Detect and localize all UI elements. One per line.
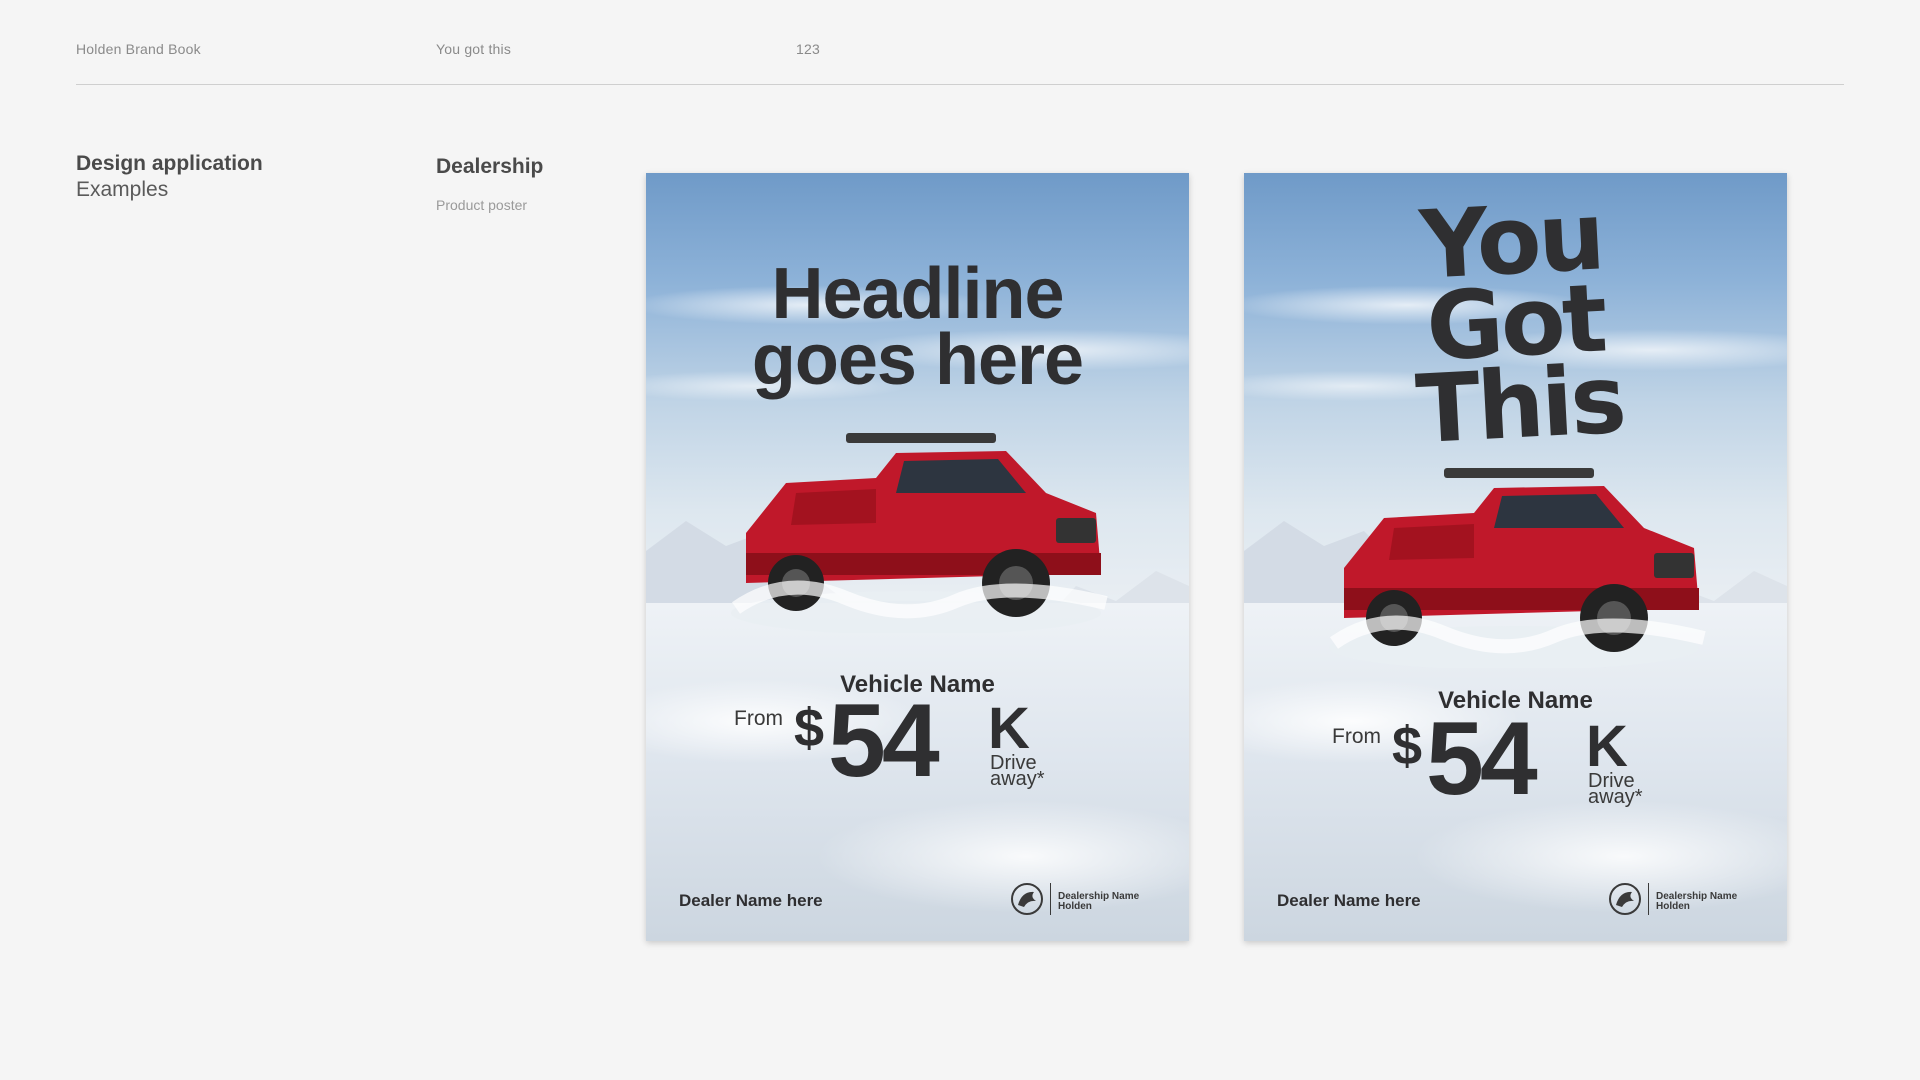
from-label: From	[734, 707, 783, 730]
price-block: From $ 54 K Drive away*	[734, 689, 1074, 803]
price-number: 54	[1426, 701, 1538, 817]
logo-holden: Holden	[1656, 901, 1690, 912]
logo-text: Dealership Name Holden	[1656, 892, 1737, 912]
poster-headline-example: Headline goes here Vehicle Name From $ 5…	[646, 173, 1189, 941]
logo-divider	[1648, 883, 1649, 915]
currency-symbol: $	[794, 698, 825, 758]
subsection-title: Dealership	[436, 155, 544, 178]
truck-image	[731, 433, 1108, 633]
dealer-name: Dealer Name here	[1277, 891, 1421, 910]
headline-line-2: goes here	[751, 320, 1084, 400]
dealer-name: Dealer Name here	[679, 891, 823, 910]
headline-line-1: Headline	[771, 254, 1064, 334]
from-label: From	[1332, 725, 1381, 748]
truck-image	[1329, 468, 1706, 668]
poster-headline: Headline goes here	[646, 254, 1189, 400]
you-got-this-lettering: You Got This	[1244, 182, 1787, 465]
section-header-label: You got this	[436, 41, 512, 57]
drive-away-label: Drive away*	[990, 753, 1045, 790]
page-number: 123	[796, 41, 820, 57]
section-title: Design application	[76, 152, 263, 175]
logo-divider	[1050, 883, 1051, 915]
price-number: 54	[828, 683, 940, 799]
holden-lion-icon	[1609, 883, 1641, 915]
section-subtitle: Examples	[76, 178, 169, 201]
currency-symbol: $	[1392, 716, 1423, 776]
holden-lion-icon	[1011, 883, 1043, 915]
subsection-subtitle: Product poster	[436, 197, 528, 213]
price-block: From $ 54 K Drive away*	[1332, 707, 1672, 821]
poster-you-got-this-example: You Got This Vehicle Name From $ 54 K Dr…	[1244, 173, 1787, 941]
logo-text: Dealership Name Holden	[1058, 892, 1139, 912]
holden-dealer-logo: Dealership Name Holden	[1608, 883, 1758, 915]
away-label: away*	[1588, 786, 1643, 808]
holden-dealer-logo: Dealership Name Holden	[1010, 883, 1160, 915]
away-label: away*	[990, 768, 1045, 790]
drive-away-label: Drive away*	[1588, 771, 1643, 808]
header-divider	[76, 84, 1844, 85]
brand-book-label: Holden Brand Book	[76, 41, 201, 57]
logo-holden: Holden	[1058, 901, 1092, 912]
